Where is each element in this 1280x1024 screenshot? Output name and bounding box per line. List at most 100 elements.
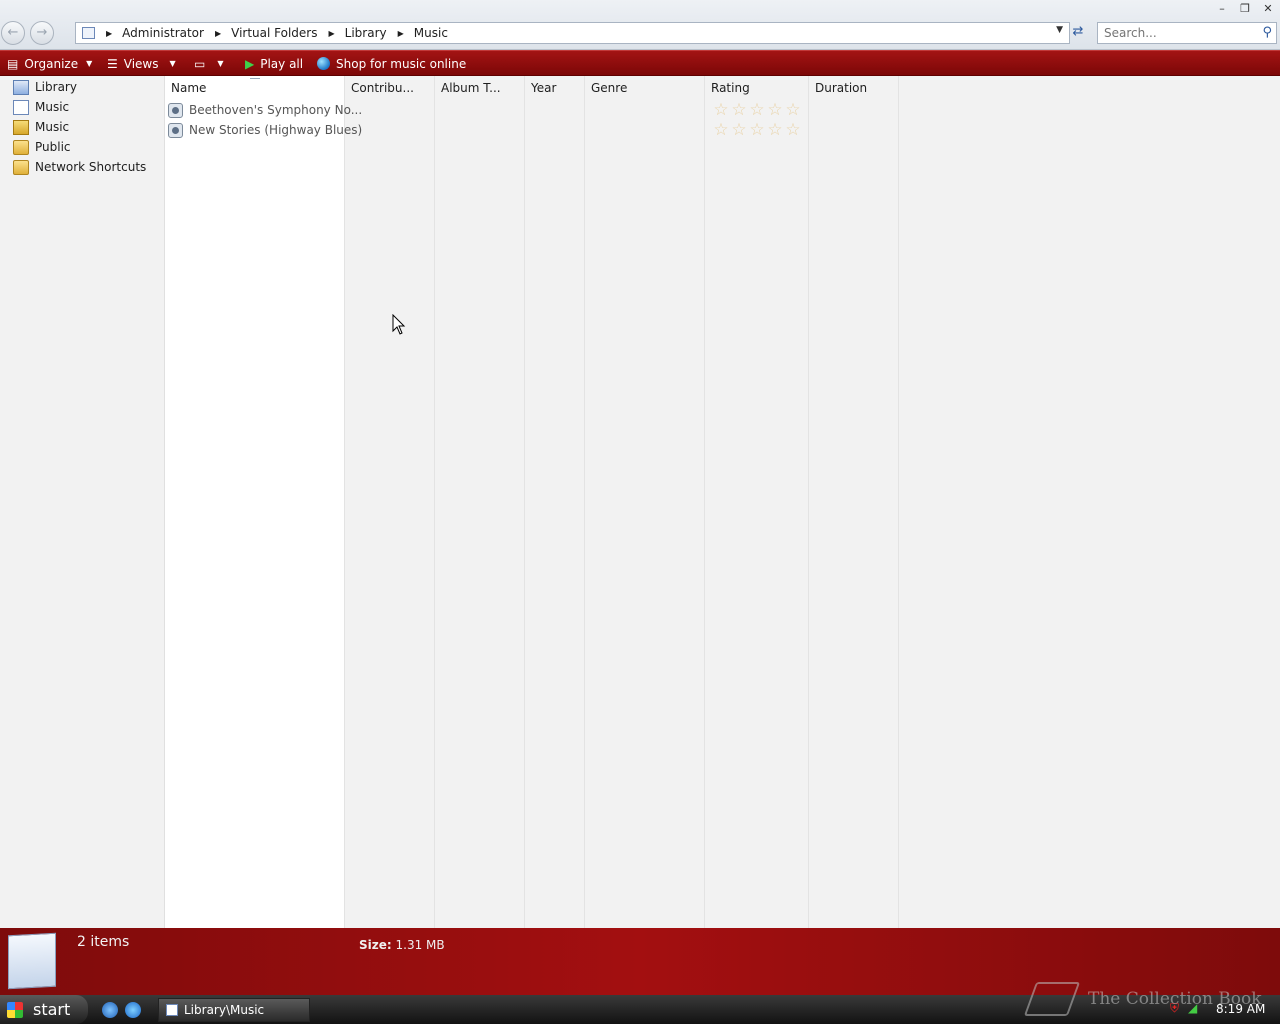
organize-button[interactable]: ▤ Organize ▼ xyxy=(7,51,92,76)
window-title-bar: – ❐ ✕ ← → ▶ Administrator ▶ Virtual Fold… xyxy=(0,0,1280,50)
nav-item-public[interactable]: Public xyxy=(13,138,71,156)
audio-file-icon xyxy=(168,102,183,118)
breadcrumb-administrator[interactable]: Administrator xyxy=(122,26,204,40)
breadcrumb-separator-icon[interactable]: ▶ xyxy=(215,29,221,38)
clock[interactable]: 8:19 AM xyxy=(1216,1002,1265,1016)
views-button[interactable]: ☰ Views ▼ xyxy=(107,51,176,76)
back-arrow-icon: ← xyxy=(7,25,19,40)
organize-label: Organize xyxy=(24,56,79,71)
start-button[interactable]: start xyxy=(0,995,88,1024)
star-empty-icon[interactable]: ☆ xyxy=(730,121,748,139)
security-shield-icon[interactable]: ⛨ xyxy=(1170,1002,1182,1014)
search-box[interactable]: ⚲ xyxy=(1097,22,1277,44)
star-empty-icon[interactable]: ☆ xyxy=(784,101,802,119)
file-list: Name Beethoven's Symphony No... New Stor… xyxy=(165,76,1280,928)
views-icon: ☰ xyxy=(107,56,118,71)
nav-item-label: Network Shortcuts xyxy=(35,160,147,174)
column-album-title: Album T... xyxy=(435,76,525,928)
column-header-contributing[interactable]: Contribu... xyxy=(351,81,414,95)
layout-icon: ▭ xyxy=(194,56,206,71)
star-empty-icon[interactable]: ☆ xyxy=(748,121,766,139)
star-empty-icon[interactable]: ☆ xyxy=(730,101,748,119)
breadcrumb-music[interactable]: Music xyxy=(414,26,448,40)
rating-stars[interactable]: ☆ ☆ ☆ ☆ ☆ xyxy=(712,101,802,119)
forward-arrow-icon: → xyxy=(36,25,48,40)
breadcrumb-library[interactable]: Library xyxy=(345,26,387,40)
column-header-duration[interactable]: Duration xyxy=(815,81,867,95)
column-genre: Genre xyxy=(585,76,705,928)
shop-online-button[interactable]: Shop for music online xyxy=(317,51,466,76)
computer-icon xyxy=(82,27,95,39)
star-empty-icon[interactable]: ☆ xyxy=(748,101,766,119)
windows-logo-icon xyxy=(7,1001,23,1018)
nav-item-music-virtual[interactable]: Music xyxy=(13,98,69,116)
breadcrumb-virtual-folders[interactable]: Virtual Folders xyxy=(231,26,317,40)
breadcrumb-separator-icon[interactable]: ▶ xyxy=(398,29,404,38)
document-thumbnail-icon xyxy=(8,932,56,990)
sort-indicator-icon xyxy=(250,75,260,79)
navigation-pane: Library Music Music Public Network Short… xyxy=(0,76,165,928)
quick-launch-browser-icon[interactable] xyxy=(125,1002,141,1018)
column-header-year[interactable]: Year xyxy=(531,81,556,95)
taskbar-window-label: Library\Music xyxy=(184,1003,265,1017)
search-icon[interactable]: ⚲ xyxy=(1262,25,1272,40)
column-contributing-artists: Contribu... xyxy=(345,76,435,928)
folder-window-icon xyxy=(166,1004,178,1016)
refresh-icon[interactable]: ⇄ xyxy=(1068,24,1088,42)
nav-item-network-shortcuts[interactable]: Network Shortcuts xyxy=(13,158,146,176)
close-button[interactable]: ✕ xyxy=(1258,2,1278,17)
rating-stars[interactable]: ☆ ☆ ☆ ☆ ☆ xyxy=(712,121,802,139)
column-duration: Duration xyxy=(809,76,899,928)
address-bar[interactable]: ▶ Administrator ▶ Virtual Folders ▶ Libr… xyxy=(75,22,1070,44)
star-empty-icon[interactable]: ☆ xyxy=(766,121,784,139)
address-dropdown-icon[interactable]: ▼ xyxy=(1056,25,1063,35)
breadcrumb-separator-icon[interactable]: ▶ xyxy=(106,29,112,38)
back-button[interactable]: ← xyxy=(1,21,25,45)
column-year: Year xyxy=(525,76,585,928)
nav-item-label: Music xyxy=(35,120,70,134)
chevron-down-icon: ▼ xyxy=(217,59,224,68)
star-empty-icon[interactable]: ☆ xyxy=(712,121,730,139)
column-header-name[interactable]: Name xyxy=(171,81,206,95)
globe-icon xyxy=(317,57,330,70)
network-icon[interactable]: ◢ xyxy=(1188,1002,1200,1014)
nav-item-music[interactable]: Music xyxy=(13,118,69,136)
audio-file-icon xyxy=(168,122,183,138)
minimize-button[interactable]: – xyxy=(1212,2,1232,17)
file-row[interactable]: Beethoven's Symphony No... xyxy=(168,101,362,119)
views-label: Views xyxy=(123,56,159,71)
file-row[interactable]: New Stories (Highway Blues) xyxy=(168,121,362,139)
star-empty-icon[interactable]: ☆ xyxy=(712,101,730,119)
quick-launch-explorer-icon[interactable] xyxy=(102,1002,118,1018)
play-icon: ▶ xyxy=(245,56,255,71)
search-input[interactable] xyxy=(1104,23,1254,43)
column-header-album[interactable]: Album T... xyxy=(441,81,501,95)
layout-button[interactable]: ▭ ▼ xyxy=(194,51,224,76)
nav-item-label: Library xyxy=(35,80,77,94)
item-count: 2 items xyxy=(77,934,130,950)
file-name: New Stories (Highway Blues) xyxy=(189,123,363,137)
play-all-button[interactable]: ▶ Play all xyxy=(245,51,303,76)
nav-item-library[interactable]: Library xyxy=(13,78,77,96)
library-icon xyxy=(13,79,29,95)
size-value: 1.31 MB xyxy=(395,938,445,952)
chevron-down-icon: ▼ xyxy=(86,59,93,68)
breadcrumb-separator-icon[interactable]: ▶ xyxy=(329,29,335,38)
forward-button[interactable]: → xyxy=(30,21,54,45)
column-rating: Rating ☆ ☆ ☆ ☆ ☆ ☆ ☆ ☆ ☆ ☆ xyxy=(705,76,809,928)
organize-icon: ▤ xyxy=(7,56,19,71)
column-header-rating[interactable]: Rating xyxy=(711,81,750,95)
nav-item-label: Public xyxy=(35,140,71,154)
system-tray: ⛨ ◢ xyxy=(1170,1002,1206,1014)
folder-icon xyxy=(13,159,29,175)
star-empty-icon[interactable]: ☆ xyxy=(766,101,784,119)
taskbar-window-button[interactable]: Library\Music xyxy=(158,998,310,1022)
maximize-button[interactable]: ❐ xyxy=(1235,2,1255,17)
mouse-cursor-icon xyxy=(392,314,406,335)
column-header-genre[interactable]: Genre xyxy=(591,81,627,95)
size-label: Size: xyxy=(359,938,392,952)
file-name: Beethoven's Symphony No... xyxy=(189,103,363,117)
folder-icon xyxy=(13,139,29,155)
star-empty-icon[interactable]: ☆ xyxy=(784,121,802,139)
chevron-down-icon: ▼ xyxy=(169,59,176,68)
